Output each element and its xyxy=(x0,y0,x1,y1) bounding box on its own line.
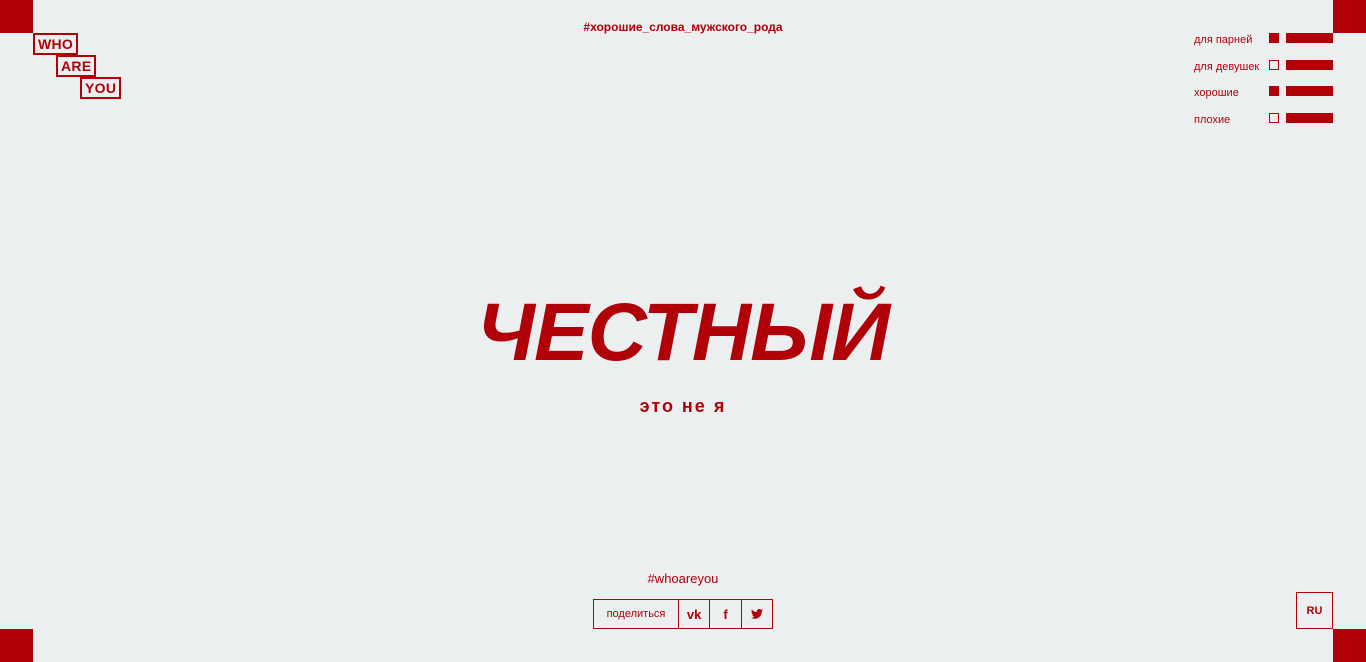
filter-label: для парней xyxy=(1194,34,1253,46)
logo-word-you: YOU xyxy=(80,77,122,99)
vk-icon: vk xyxy=(686,606,702,622)
subtitle-not-me[interactable]: это не я xyxy=(0,396,1366,417)
page-hashtag-title: #хорошие_слова_мужского_рода xyxy=(583,20,783,34)
logo-word-are: ARE xyxy=(56,55,97,77)
share-label: поделиться xyxy=(594,600,679,628)
corner-square-bottom-left xyxy=(0,629,33,662)
facebook-share-button[interactable]: f xyxy=(709,600,740,628)
filter-label: хорошие xyxy=(1194,87,1239,99)
facebook-icon: f xyxy=(723,606,728,622)
filter-label: для девушек xyxy=(1194,60,1260,73)
share-bar: поделиться vk f xyxy=(593,599,773,629)
filter-for-guys[interactable]: для парней xyxy=(1194,31,1334,58)
twitter-share-button[interactable] xyxy=(740,600,772,628)
filter-label: плохие xyxy=(1194,113,1231,126)
filter-bar xyxy=(1286,33,1333,43)
filter-bad[interactable]: плохие xyxy=(1194,111,1334,138)
filter-for-girls[interactable]: для девушек xyxy=(1194,58,1334,85)
filter-bar xyxy=(1286,112,1333,123)
footer-hashtag: #whoareyou xyxy=(647,571,719,586)
vk-share-button[interactable]: vk xyxy=(679,600,709,628)
filter-checkbox[interactable] xyxy=(1269,112,1279,123)
corner-square-bottom-right xyxy=(1333,629,1366,662)
filter-bar xyxy=(1286,86,1333,96)
twitter-icon xyxy=(750,609,763,619)
filter-checkbox[interactable] xyxy=(1269,59,1279,70)
filter-checkbox[interactable] xyxy=(1269,86,1279,96)
logo-word-who: WHO xyxy=(33,33,79,55)
main-word[interactable]: ЧЕСТНЫЙ xyxy=(0,288,1366,378)
filter-checkbox[interactable] xyxy=(1269,33,1279,43)
filter-good[interactable]: хорошие xyxy=(1194,84,1334,111)
filter-panel: для парней для девушек хорошие плохие xyxy=(1194,31,1334,137)
language-switch[interactable]: RU xyxy=(1296,592,1333,629)
filter-bar xyxy=(1286,59,1333,70)
